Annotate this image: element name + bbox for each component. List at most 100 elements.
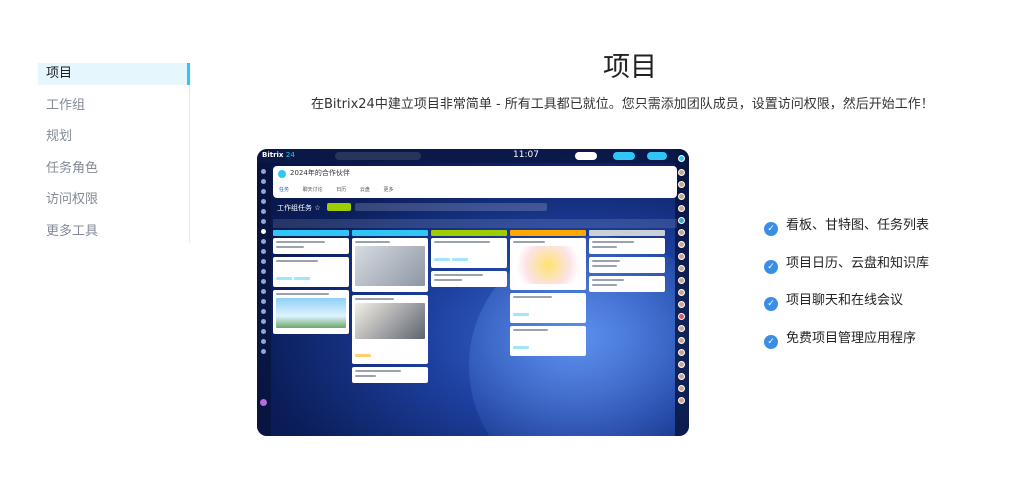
rail-icon	[261, 199, 266, 204]
rail-icon	[261, 329, 266, 334]
group-tasks-title: 工作组任务 ☆	[277, 204, 321, 212]
rail-avatar	[678, 349, 685, 356]
rail-icon	[261, 239, 266, 244]
kanban-column-header	[273, 230, 349, 236]
rail-icon	[261, 349, 266, 354]
project-name: 2024年的合作伙伴	[290, 169, 350, 177]
nav-item-more-tools[interactable]: 更多工具	[38, 221, 189, 243]
rail-avatar	[678, 301, 685, 308]
rail-avatar	[678, 193, 685, 200]
project-tab: 云盘	[359, 187, 370, 193]
topbar-button	[647, 152, 667, 160]
rail-icon	[261, 319, 266, 324]
add-task-button	[327, 203, 351, 211]
rail-avatar	[678, 253, 685, 260]
feature-item: ✓ 项目日历、云盘和知识库	[764, 254, 929, 274]
check-icon: ✓	[764, 334, 778, 349]
feature-item: ✓ 免费项目管理应用程序	[764, 329, 929, 349]
check-icon: ✓	[764, 297, 778, 312]
rail-avatar	[678, 397, 685, 404]
rail-avatar	[678, 169, 685, 176]
task-card	[510, 293, 586, 323]
rail-avatar	[678, 229, 685, 236]
rail-icon	[261, 279, 266, 284]
rail-avatar	[678, 277, 685, 284]
section-nav: 项目 工作组 规划 任务角色 访问权限 更多工具	[38, 63, 190, 243]
rail-icon	[261, 219, 266, 224]
rail-icon	[261, 289, 266, 294]
rail-icon	[261, 249, 266, 254]
app-clock: 11:07	[513, 150, 539, 160]
rail-avatar	[678, 313, 685, 320]
project-tab: 聊天讨论	[302, 187, 323, 193]
feature-list: ✓ 看板、甘特图、任务列表 ✓ 项目日历、云盘和知识库 ✓ 项目聊天和在线会议 ✓ 免费…	[764, 216, 929, 366]
kanban-column-header	[510, 230, 586, 236]
task-search	[355, 203, 547, 211]
page-subtitle: 在Bitrix24中建立项目非常简单 - 所有工具都已就位。您只需添加团队成员，…	[311, 97, 934, 112]
kanban-column	[431, 238, 507, 290]
rail-avatar	[678, 155, 685, 162]
nav-item-access-rights[interactable]: 访问权限	[38, 189, 189, 211]
project-tab: 任务	[279, 187, 290, 193]
rail-icon	[261, 309, 266, 314]
check-icon: ✓	[764, 259, 778, 274]
rail-avatar	[678, 361, 685, 368]
kanban-column-header	[589, 230, 665, 236]
rail-icon	[261, 259, 266, 264]
nav-item-task-roles[interactable]: 任务角色	[38, 158, 189, 180]
app-topbar: Bitrix 24 11:07	[257, 149, 689, 163]
task-card	[273, 290, 349, 334]
project-tab: 更多	[383, 187, 394, 193]
task-card	[589, 276, 665, 292]
rail-avatar	[678, 373, 685, 380]
project-icon	[278, 170, 286, 178]
rail-icon	[261, 169, 266, 174]
kanban-column	[273, 238, 349, 337]
task-card	[352, 367, 428, 383]
kanban-column-header	[352, 230, 428, 236]
feature-item: ✓ 看板、甘特图、任务列表	[764, 216, 929, 236]
nav-item-workgroups[interactable]: 工作组	[38, 95, 189, 117]
task-filter-bar	[273, 219, 677, 228]
rail-icon	[261, 299, 266, 304]
rail-icon	[261, 179, 266, 184]
check-icon: ✓	[764, 222, 778, 236]
task-card	[589, 257, 665, 273]
rail-avatar	[678, 217, 685, 224]
rail-avatar	[678, 385, 685, 392]
user-chip	[575, 152, 597, 160]
project-tab: 日历	[336, 187, 347, 193]
kanban-column	[589, 238, 665, 295]
task-card	[589, 238, 665, 254]
rail-avatar	[678, 337, 685, 344]
rail-avatar	[678, 265, 685, 272]
rail-avatar	[678, 241, 685, 248]
rail-avatar	[678, 289, 685, 296]
nav-item-planning[interactable]: 规划	[38, 126, 189, 148]
kanban-column-header	[431, 230, 507, 236]
app-search	[335, 152, 421, 160]
project-header: 2024年的合作伙伴 任务 聊天讨论 日历 云盘 更多	[273, 166, 677, 198]
feature-item: ✓ 项目聊天和在线会议	[764, 291, 929, 312]
kanban-column	[510, 238, 586, 359]
task-card	[510, 326, 586, 356]
rail-app-icon	[260, 399, 267, 406]
rail-icon	[261, 229, 266, 234]
rail-icon	[261, 209, 266, 214]
task-card	[273, 257, 349, 287]
rail-avatar	[678, 181, 685, 188]
project-tabs: 任务 聊天讨论 日历 云盘 更多	[279, 186, 405, 193]
task-card	[352, 238, 428, 292]
product-screenshot: Bitrix 24 11:07 2024年的合作伙伴 任务 聊天讨论 日历 云盘…	[257, 149, 689, 436]
task-card	[352, 295, 428, 364]
task-card	[510, 238, 586, 290]
task-card	[431, 238, 507, 268]
topbar-button	[613, 152, 635, 160]
app-left-rail	[257, 163, 271, 436]
task-card	[273, 238, 349, 254]
app-logo: Bitrix 24	[262, 151, 295, 159]
app-right-rail	[675, 149, 689, 436]
rail-icon	[261, 339, 266, 344]
rail-icon	[261, 189, 266, 194]
task-card	[431, 271, 507, 287]
